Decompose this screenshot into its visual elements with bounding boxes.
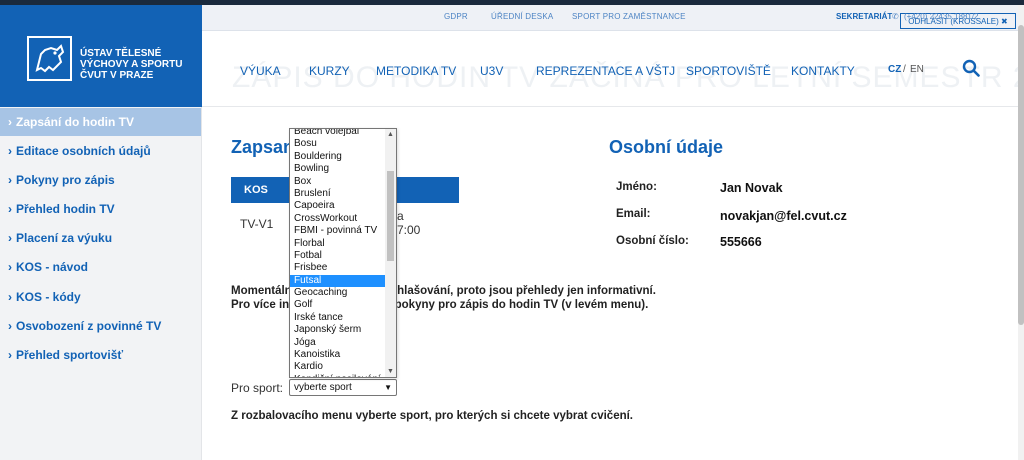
phone-number: (+420) 22435 1881/2 [904,12,979,21]
dropdown-scrollbar[interactable]: ▲ ▼ [385,129,396,377]
dropdown-option[interactable]: Kanoistika [290,349,385,361]
sidebar-item-label: Osvobození z povinné TV [16,319,162,333]
dropdown-option[interactable]: Bowling [290,163,385,175]
sidebar-item-prehled-sportovist[interactable]: › Přehled sportovišť [0,341,201,369]
dropdown-options: Beach volejbal Bosu Bouldering Bowling Box Br… [290,129,385,377]
email-value: novakjan@fel.cvut.cz [720,209,847,223]
sidebar-item-label: Přehled hodin TV [16,202,115,216]
sidebar-item-label: Přehled sportovišť [16,348,124,362]
sidebar-item-label: Zapsání do hodin TV [16,115,134,129]
dropdown-option[interactable]: Jóga [290,337,385,349]
id-value: 555666 [720,235,762,249]
sidebar-item-zapsani[interactable]: › Zapsání do hodin TV [0,108,201,136]
dropdown-option[interactable]: Kondiční posilování [290,374,385,377]
dropdown-option[interactable]: Florbal [290,238,385,250]
table-cell-sub-a: a [397,209,404,223]
profile-title: Osobní údaje [609,137,724,157]
logo-line-1: ÚSTAV TĚLESNÉ [80,48,162,59]
table-cell-code: TV-V1 [240,217,274,231]
chevron-right-icon: › [8,348,12,362]
logo-line-2: VÝCHOVY A SPORTU [80,59,183,70]
dropdown-option[interactable]: Bouldering [290,151,385,163]
nav-sportoviste[interactable]: SPORTOVIŠTĚ [686,64,771,78]
chevron-right-icon: › [8,202,12,216]
dropdown-option[interactable]: Japonský šerm [290,324,385,336]
chevron-right-icon: › [8,144,12,158]
dropdown-option[interactable]: Irské tance [290,312,385,324]
sidebar-item-osvobozeni[interactable]: › Osvobození z povinné TV [0,312,201,340]
id-label: Osobní číslo: [616,235,689,247]
search-icon[interactable] [962,59,980,77]
nav-reprezentace[interactable]: REPREZENTACE A VŠTJ [536,64,675,78]
dropdown-option[interactable]: Kardio [290,361,385,373]
name-label: Jméno: [616,181,657,193]
lang-cz[interactable]: CZ [888,64,901,75]
scroll-down-icon[interactable]: ▼ [385,366,396,377]
nav-vyuka[interactable]: VÝUKA [240,64,281,78]
name-value: Jan Novak [720,181,783,195]
sidebar-item-kos-navod[interactable]: › KOS - návod [0,253,201,281]
dropdown-option[interactable]: Golf [290,299,385,311]
dropdown-option[interactable]: FBMI - povinná TV [290,225,385,237]
sport-select-value: vyberte sport [294,382,352,393]
sidebar-item-placeni[interactable]: › Placení za výuku [0,224,201,252]
logo-line-3: ČVUT V PRAZE [80,70,154,81]
utility-bar: GDPR ÚŘEDNÍ DESKA SPORT PRO ZAMĚSTNANCE … [202,5,1018,31]
nav-metodika[interactable]: METODIKA TV [376,64,456,78]
chevron-right-icon: › [8,319,12,333]
sidebar-item-editace[interactable]: › Editace osobních údajů [0,137,201,165]
cvut-lion-icon [27,36,72,81]
chevron-right-icon: › [8,115,12,129]
scroll-up-icon[interactable]: ▲ [385,129,396,140]
page-scrollbar[interactable] [1018,5,1024,460]
table-cell-sub-b: 7:00 [397,223,421,237]
dropdown-option[interactable]: CrossWorkout [290,213,385,225]
sidebar-item-label: KOS - kódy [16,290,81,304]
chevron-down-icon: ▼ [384,383,392,392]
chevron-right-icon: › [8,173,12,187]
logo[interactable]: ÚSTAV TĚLESNÉ VÝCHOVY A SPORTU ČVUT V PR… [0,5,202,107]
main-nav: ZÁPIS DO HODIN TV ZAČÍNÁ PRO LETNÍ SEMES… [202,31,1018,107]
logo-text: ÚSTAV TĚLESNÉ VÝCHOVY A SPORTU ČVUT V PR… [80,48,198,81]
nav-kontakty[interactable]: KONTAKTY [791,64,855,78]
chevron-right-icon: › [8,231,12,245]
lang-separator: / [903,64,906,75]
sidebar-item-kos-kody[interactable]: › KOS - kódy [0,283,201,311]
sidebar-item-label: KOS - návod [16,260,89,274]
sidebar-item-label: Placení za výuku [16,231,113,245]
dropdown-option[interactable]: Bosu [290,138,385,150]
official-board-link[interactable]: ÚŘEDNÍ DESKA [491,12,553,21]
gdpr-link[interactable]: GDPR [444,12,468,21]
dropdown-option[interactable]: Beach volejbal [290,129,385,138]
chevron-right-icon: › [8,260,12,274]
chevron-right-icon: › [8,290,12,304]
dropdown-option[interactable]: Fotbal [290,250,385,262]
dropdown-option[interactable]: Futsal [290,274,385,288]
sidebar-item-prehled-hodin[interactable]: › Přehled hodin TV [0,195,201,223]
instruction-text: Z rozbalovacího menu vyberte sport, pro … [231,410,634,422]
lang-en[interactable]: EN [910,64,924,75]
sport-select[interactable]: vyberte sport ▼ [289,379,397,396]
phone-icon: ✆ [892,12,899,21]
sidebar-item-label: Editace osobních údajů [16,144,151,158]
dropdown-scrollbar-thumb[interactable] [387,171,394,261]
employee-sport-link[interactable]: SPORT PRO ZAMĚSTNANCE [572,12,686,21]
sidebar-item-pokyny[interactable]: › Pokyny pro zápis [0,166,201,194]
dropdown-option[interactable]: Box [290,176,385,188]
sport-label: Pro sport: [231,381,284,395]
dropdown-option[interactable]: Frisbee [290,262,385,274]
sidebar: › Zapsání do hodin TV › Editace osobních ú… [0,107,202,460]
dropdown-option[interactable]: Bruslení [290,188,385,200]
email-label: Email: [616,208,651,220]
page-scrollbar-thumb[interactable] [1018,25,1024,325]
secretariat-label: SEKRETARIÁT [836,12,893,21]
dropdown-option[interactable]: Geocaching [290,287,385,299]
sidebar-item-label: Pokyny pro zápis [16,173,115,187]
nav-u3v[interactable]: U3V [480,64,503,78]
dropdown-option[interactable]: Capoeira [290,200,385,212]
nav-kurzy[interactable]: KURZY [309,64,350,78]
sport-dropdown-list[interactable]: Beach volejbal Bosu Bouldering Bowling Box Br… [289,128,397,378]
